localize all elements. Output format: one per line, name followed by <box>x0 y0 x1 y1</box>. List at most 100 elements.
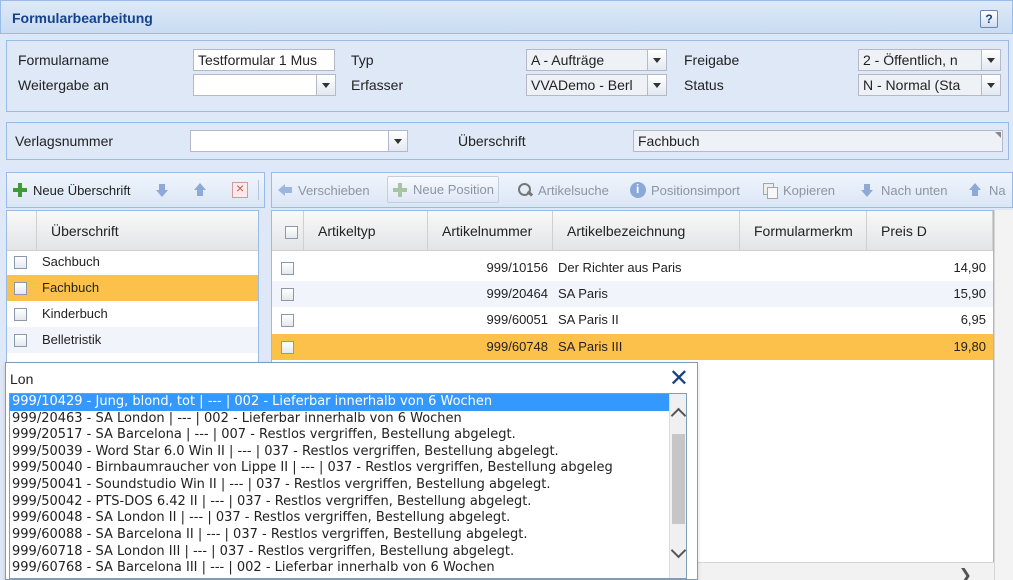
artikelbezeichnung-cell: SA Paris II <box>558 312 619 327</box>
search-icon <box>517 182 533 198</box>
select-all-checkbox[interactable] <box>285 226 298 239</box>
typ-combo[interactable]: A - Aufträge <box>526 49 667 71</box>
arrow-down-icon <box>860 182 876 198</box>
heading-row[interactable]: Belletristik <box>7 327 258 353</box>
article-row[interactable]: 999/20464 SA Paris 15,90 <box>272 281 993 307</box>
artikelbezeichnung-column-header[interactable]: Artikelbezeichnung <box>553 211 740 251</box>
list-item[interactable]: 999/50039 - Word Star 6.0 Win II | --- |… <box>10 444 670 461</box>
form-header-panel: Formularname Testformular 1 Mus Typ A - … <box>6 40 1009 112</box>
row-checkbox[interactable] <box>281 314 294 327</box>
list-item[interactable]: 999/60088 - SA Barcelona II | --- | 037 … <box>10 527 670 544</box>
weitergabe-label: Weitergabe an <box>18 77 109 93</box>
list-item[interactable]: 999/60048 - SA London II | --- | 037 - R… <box>10 510 670 527</box>
headings-toolbar: Neue Überschrift <box>6 172 265 208</box>
nach-unten-label: Nach unten <box>881 182 948 198</box>
freigabe-combo[interactable]: 2 - Öffentlich, n <box>858 49 1001 71</box>
window-title: Formularbearbeitung <box>12 10 153 26</box>
artikelsuche-button[interactable]: Artikelsuche <box>517 173 609 207</box>
artikelsuche-label: Artikelsuche <box>538 182 609 198</box>
heading-row[interactable]: Kinderbuch <box>7 301 258 327</box>
copy-icon <box>762 182 778 199</box>
freigabe-label: Freigabe <box>684 52 740 68</box>
nach-unten-button[interactable]: Nach unten <box>860 173 948 207</box>
row-checkbox[interactable] <box>14 334 27 347</box>
verlagsnummer-combo[interactable] <box>190 130 408 152</box>
nach-oben-label: Na <box>989 182 1006 198</box>
artikelnummer-cell: 999/10156 <box>486 260 548 275</box>
positionsimport-button[interactable]: Positionsimport <box>630 173 740 207</box>
chevron-down-icon[interactable] <box>670 542 686 559</box>
row-checkbox[interactable] <box>281 341 294 354</box>
artikelnummer-cell: 999/60051 <box>486 312 548 327</box>
row-checkbox[interactable] <box>281 288 294 301</box>
heading-delete-button[interactable] <box>232 173 248 207</box>
verlag-panel: Verlagsnummer Überschrift Fachbuch <box>6 122 1009 160</box>
kopieren-label: Kopieren <box>783 182 836 198</box>
neue-ueberschrift-button[interactable]: Neue Überschrift <box>12 173 131 207</box>
arrow-down-icon <box>155 182 171 198</box>
chevron-right-icon[interactable]: ❯ <box>959 565 972 580</box>
vertical-scrollbar[interactable] <box>994 210 1013 580</box>
nach-oben-button[interactable]: Na <box>968 173 1006 207</box>
verschieben-button[interactable]: Verschieben <box>277 173 370 207</box>
headings-grid-header: Überschrift <box>7 211 258 251</box>
heading-row[interactable]: Sachbuch <box>7 249 258 275</box>
preis-cell: 19,80 <box>953 339 986 354</box>
weitergabe-chevron-down-icon[interactable] <box>316 75 335 95</box>
heading-move-down-button[interactable] <box>155 173 171 207</box>
formularmerkmal-column-header[interactable]: Formularmerkm <box>740 211 867 251</box>
ueberschrift-column-header[interactable]: Überschrift <box>37 211 258 251</box>
heading-cell: Fachbuch <box>42 280 100 295</box>
article-row[interactable]: 999/60051 SA Paris II 6,95 <box>272 307 993 333</box>
article-row[interactable]: 999/60748 SA Paris III 19,80 <box>272 334 993 360</box>
toolbar-separator <box>258 180 259 200</box>
formularname-field[interactable]: Testformular 1 Mus <box>193 49 335 71</box>
status-combo[interactable]: N - Normal (Sta <box>858 74 1001 96</box>
list-item[interactable]: 999/10429 - Jung, blond, tot | --- | 002… <box>10 394 670 411</box>
weitergabe-combo[interactable] <box>193 74 336 96</box>
artikelnummer-column-header[interactable]: Artikelnummer <box>428 211 553 251</box>
close-icon[interactable]: ✕ <box>669 365 689 393</box>
row-checkbox[interactable] <box>14 308 27 321</box>
headings-grid: Überschrift Sachbuch Fachbuch Kinderbuch… <box>6 210 259 370</box>
list-item[interactable]: 999/60768 - SA Barcelona III | --- | 002… <box>10 560 670 577</box>
artikelbezeichnung-cell: SA Paris <box>558 286 608 301</box>
artikeltyp-column-header[interactable]: Artikeltyp <box>304 211 428 251</box>
chevron-up-icon[interactable] <box>670 407 686 424</box>
row-checkbox[interactable] <box>14 256 27 269</box>
typ-chevron-down-icon[interactable] <box>647 50 666 70</box>
row-checkbox[interactable] <box>281 262 294 275</box>
checkbox-column-header <box>7 211 37 251</box>
list-item[interactable]: 999/50042 - PTS-DOS 6.42 II | --- | 037 … <box>10 494 670 511</box>
delete-icon <box>232 180 248 198</box>
preis-column-header[interactable]: Preis D <box>867 211 993 251</box>
popup-result-list[interactable]: 999/10429 - Jung, blond, tot | --- | 002… <box>9 393 687 579</box>
heading-row[interactable]: Fachbuch <box>7 275 258 301</box>
verlagsnummer-chevron-down-icon[interactable] <box>388 131 407 151</box>
artikelnummer-cell: 999/20464 <box>486 286 548 301</box>
preis-cell: 14,90 <box>953 260 986 275</box>
heading-move-up-button[interactable] <box>193 173 209 207</box>
neue-position-button[interactable]: Neue Position <box>387 176 499 203</box>
select-all-column-header <box>272 211 304 251</box>
list-item[interactable]: 999/60718 - SA London III | --- | 037 - … <box>10 544 670 561</box>
article-row[interactable]: 999/10156 Der Richter aus Paris 14,90 <box>272 255 993 281</box>
erfasser-chevron-down-icon[interactable] <box>647 75 666 95</box>
erfasser-combo[interactable]: VVADemo - Berl <box>526 74 667 96</box>
status-value: N - Normal (Sta <box>863 77 961 93</box>
list-item[interactable]: 999/50041 - Soundstudio Win II | --- | 0… <box>10 477 670 494</box>
status-chevron-down-icon[interactable] <box>981 75 1000 95</box>
row-checkbox[interactable] <box>14 282 27 295</box>
kopieren-button[interactable]: Kopieren <box>762 173 835 207</box>
list-item[interactable]: 999/20463 - SA London | --- | 002 - Lief… <box>10 411 670 428</box>
list-item[interactable]: 999/50040 - Birnbaumraucher von Lippe II… <box>10 460 670 477</box>
list-item[interactable]: 999/20517 - SA Barcelona | --- | 007 - R… <box>10 427 670 444</box>
popup-search-input[interactable]: Lon <box>10 371 33 387</box>
popup-scrollbar[interactable] <box>669 394 686 578</box>
heading-cell: Sachbuch <box>42 254 100 269</box>
help-button[interactable]: ? <box>980 10 998 28</box>
ueberschrift-field[interactable]: Fachbuch <box>633 130 1003 152</box>
arrow-up-icon <box>193 182 209 198</box>
scrollbar-thumb[interactable] <box>672 434 685 524</box>
freigabe-chevron-down-icon[interactable] <box>981 50 1000 70</box>
